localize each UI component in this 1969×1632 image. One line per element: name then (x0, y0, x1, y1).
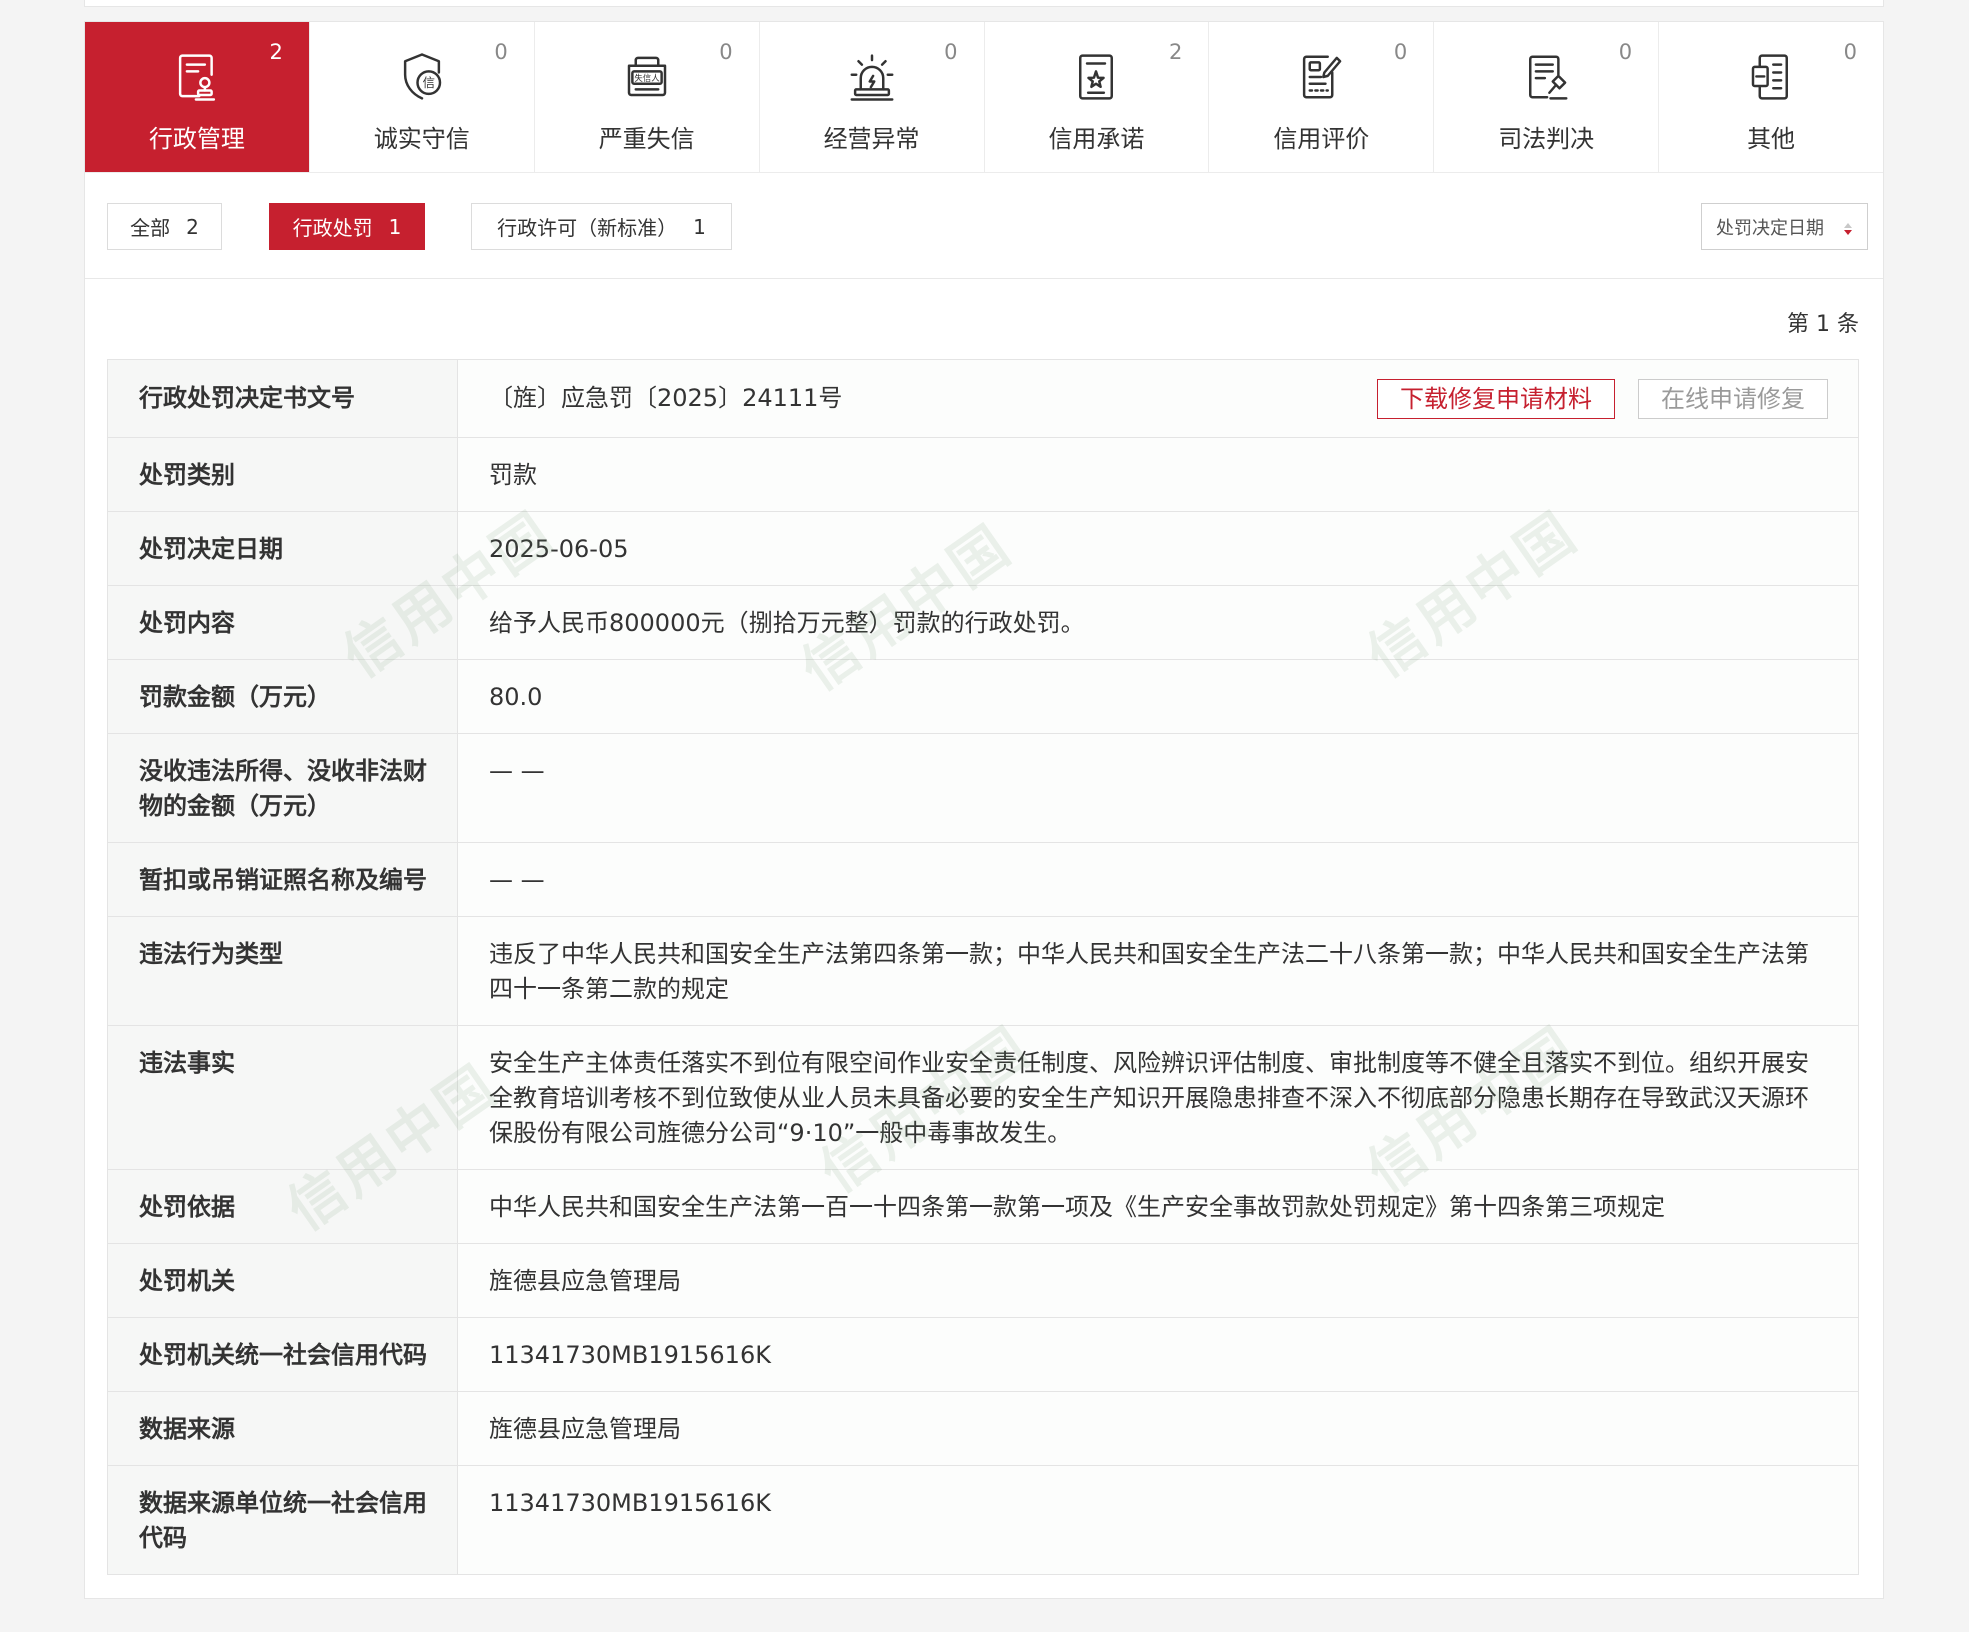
tab-label: 行政管理 (148, 125, 245, 153)
shield-credit-text: 信 (422, 76, 434, 90)
blacklist-folder-icon: 失信人 (620, 50, 674, 104)
filter-label: 行政许可（新标准） (497, 216, 678, 240)
repair-actions: 下载修复申请材料 在线申请修复 (1377, 378, 1828, 419)
row-value: 安全生产主体责任落实不到位有限空间作业安全责任制度、风险辨识评估制度、审批制度等… (457, 1025, 1859, 1170)
row-label: 处罚决定日期 (107, 511, 458, 586)
filter-all-button[interactable]: 全部 2 (107, 203, 222, 250)
row-value: 11341730MB1915616K (457, 1317, 1859, 1392)
table-row: 违法行为类型 违反了中华人民共和国安全生产法第四条第一款；中华人民共和国安全生产… (107, 916, 1859, 1026)
tab-administrative-management[interactable]: 2 行政管理 (85, 22, 310, 172)
row-value: 给予人民币800000元（捌拾万元整）罚款的行政处罚。 (457, 585, 1859, 660)
row-label: 行政处罚决定书文号 (107, 359, 458, 438)
tab-label: 经营异常 (823, 125, 920, 153)
sort-arrows-icon (1843, 220, 1853, 235)
filter-count: 2 (186, 214, 199, 239)
table-row: 处罚内容 给予人民币800000元（捌拾万元整）罚款的行政处罚。 (107, 585, 1859, 660)
table-row: 罚款金额（万元） 80.0 (107, 659, 1859, 734)
tab-credit-commitment[interactable]: 2 信用承诺 (985, 22, 1210, 172)
filter-label: 行政处罚 (292, 216, 373, 240)
top-panel-edge (84, 0, 1884, 7)
tab-credit-evaluation[interactable]: 0 信用评价 (1209, 22, 1435, 172)
tab-label: 诚实守信 (373, 125, 470, 153)
row-value: 旌德县应急管理局 (457, 1243, 1859, 1318)
tab-count: 2 (1169, 40, 1183, 64)
row-value: 11341730MB1915616K (457, 1465, 1859, 1575)
row-value: 80.0 (457, 659, 1859, 734)
table-row: 数据来源单位统一社会信用代码 11341730MB1915616K (107, 1465, 1859, 1575)
download-repair-materials-button[interactable]: 下载修复申请材料 (1377, 378, 1615, 419)
shield-credit-icon: 信 (395, 50, 449, 104)
row-label: 数据来源单位统一社会信用代码 (107, 1465, 458, 1575)
table-row: 处罚机关统一社会信用代码 11341730MB1915616K (107, 1317, 1859, 1392)
sort-label: 处罚决定日期 (1716, 217, 1824, 239)
tab-count: 0 (719, 40, 733, 64)
document-gavel-icon (1519, 50, 1573, 104)
row-label: 处罚依据 (107, 1169, 458, 1244)
tab-label: 其他 (1747, 125, 1796, 153)
tab-count: 2 (269, 40, 283, 64)
row-value: 中华人民共和国安全生产法第一百一十四条第一款第一项及《生产安全事故罚款处罚规定》… (457, 1169, 1859, 1244)
category-tabs: 2 行政管理 0 信 诚实守信 0 失信人 严重失信 0 经营异常 2 信用承诺… (85, 22, 1883, 173)
filter-administrative-license-button[interactable]: 行政许可（新标准） 1 (471, 203, 732, 250)
row-label: 处罚内容 (107, 585, 458, 660)
table-row: 处罚依据 中华人民共和国安全生产法第一百一十四条第一款第一项及《生产安全事故罚款… (107, 1169, 1859, 1244)
tab-honesty[interactable]: 0 信 诚实守信 (310, 22, 535, 172)
tab-judicial-ruling[interactable]: 0 司法判决 (1434, 22, 1660, 172)
row-label: 处罚机关统一社会信用代码 (107, 1317, 458, 1392)
tab-count: 0 (1393, 40, 1408, 64)
tab-count: 0 (1618, 40, 1633, 64)
row-value: — — (457, 733, 1859, 843)
penalty-record: 行政处罚决定书文号 〔旌〕应急罚〔2025〕24111号 下载修复申请材料 在线… (107, 359, 1859, 1575)
tab-count: 0 (1843, 40, 1857, 64)
table-row: 数据来源 旌德县应急管理局 (107, 1391, 1859, 1466)
document-grid-icon (1744, 50, 1798, 104)
table-row: 处罚类别 罚款 (107, 437, 1859, 512)
row-label: 暂扣或吊销证照名称及编号 (107, 842, 458, 917)
online-repair-apply-button[interactable]: 在线申请修复 (1638, 378, 1828, 419)
tab-label: 严重失信 (598, 125, 695, 153)
row-label: 数据来源 (107, 1391, 458, 1466)
row-value: 2025-06-05 (457, 511, 1859, 586)
blacklist-folder-text: 失信人 (634, 73, 660, 83)
document-star-icon (1069, 50, 1123, 104)
tab-label: 司法判决 (1498, 125, 1595, 153)
row-value: — — (457, 842, 1859, 917)
tab-count: 0 (494, 40, 508, 64)
row-value: 旌德县应急管理局 (457, 1391, 1859, 1466)
tab-other[interactable]: 0 其他 (1659, 22, 1883, 172)
row-value: 〔旌〕应急罚〔2025〕24111号 (489, 384, 843, 412)
tab-abnormal-operation[interactable]: 0 经营异常 (760, 22, 985, 172)
alarm-light-icon (845, 50, 899, 104)
filter-count: 1 (388, 214, 402, 239)
tab-label: 信用承诺 (1048, 125, 1145, 153)
section-divider (85, 278, 1883, 279)
table-row: 处罚决定日期 2025-06-05 (107, 511, 1859, 586)
table-row: 处罚机关 旌德县应急管理局 (107, 1243, 1859, 1318)
row-value: 罚款 (457, 437, 1859, 512)
tab-label: 信用评价 (1273, 125, 1370, 153)
table-row: 没收违法所得、没收非法财物的金额（万元） — — (107, 733, 1859, 843)
sort-by-date-select[interactable]: 处罚决定日期 (1701, 203, 1868, 250)
tab-count: 0 (944, 40, 958, 64)
row-label: 违法事实 (107, 1025, 458, 1170)
filter-count: 1 (693, 214, 706, 239)
table-row: 暂扣或吊销证照名称及编号 — — (107, 842, 1859, 917)
tab-serious-dishonesty[interactable]: 0 失信人 严重失信 (535, 22, 760, 172)
row-value: 违反了中华人民共和国安全生产法第四条第一款；中华人民共和国安全生产法二十八条第一… (457, 916, 1859, 1026)
penalty-record-table: 行政处罚决定书文号 〔旌〕应急罚〔2025〕24111号 下载修复申请材料 在线… (107, 359, 1859, 1575)
record-index-text: 第 1 条 (1787, 312, 1859, 337)
clipboard-pen-icon (1294, 50, 1348, 104)
row-label: 违法行为类型 (107, 916, 458, 1026)
table-row: 行政处罚决定书文号 〔旌〕应急罚〔2025〕24111号 下载修复申请材料 在线… (107, 359, 1859, 438)
row-label: 处罚机关 (107, 1243, 458, 1318)
row-label: 没收违法所得、没收非法财物的金额（万元） (107, 733, 458, 843)
credit-record-card: 2 行政管理 0 信 诚实守信 0 失信人 严重失信 0 经营异常 2 信用承诺… (84, 21, 1884, 1599)
filter-label: 全部 (130, 216, 171, 240)
document-stamp-icon (170, 50, 224, 104)
row-label: 罚款金额（万元） (107, 659, 458, 734)
filter-administrative-penalty-button[interactable]: 行政处罚 1 (269, 203, 425, 250)
row-label: 处罚类别 (107, 437, 458, 512)
table-row: 违法事实 安全生产主体责任落实不到位有限空间作业安全责任制度、风险辨识评估制度、… (107, 1025, 1859, 1170)
row-value-cell: 〔旌〕应急罚〔2025〕24111号 下载修复申请材料 在线申请修复 (457, 359, 1859, 438)
